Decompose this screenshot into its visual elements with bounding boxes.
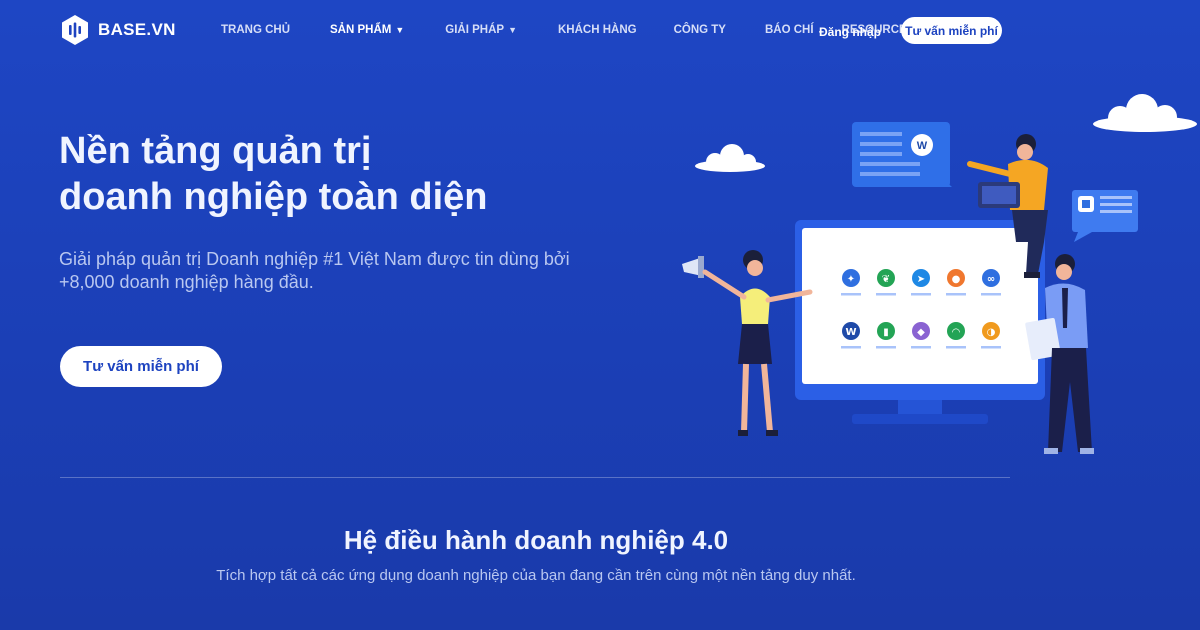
nav-item-5[interactable]: BÁO CHÍ: [765, 24, 814, 36]
svg-text:◠: ◠: [952, 327, 960, 338]
hero-consult-button[interactable]: Tư vấn miễn phí: [60, 346, 222, 387]
section-title: Hệ điều hành doanh nghiệp 4.0: [343, 525, 729, 555]
woman-megaphone-figure: [682, 250, 813, 436]
nav-item-4[interactable]: CÔNG TY: [674, 24, 726, 36]
svg-text:▮: ▮: [883, 327, 889, 338]
nav-item-0[interactable]: TRANG CHỦ: [221, 24, 290, 36]
svg-text:W: W: [845, 327, 856, 338]
hero-subtitle: Giải pháp quản trị Doanh nghiệp #1 Việt …: [59, 248, 619, 294]
hero-title: Nền tảng quản trị doanh nghiệp toàn diện: [59, 128, 488, 220]
section-divider: [60, 477, 1010, 478]
cloud-left-icon: [695, 144, 765, 172]
nav-item-label: SẢN PHẨM: [330, 24, 392, 36]
nav-item-label: CÔNG TY: [673, 24, 726, 36]
base-logo-icon: [62, 15, 88, 45]
nav-item-1[interactable]: SẢN PHẨM ▼: [330, 24, 404, 36]
svg-text:◆: ◆: [917, 327, 925, 338]
brand-logo[interactable]: BASE.VN: [60, 14, 176, 46]
chat-badge-text: W: [917, 140, 928, 152]
chat-bubble-left-icon: W: [852, 122, 952, 187]
hero-illustration: W ✦ ❦ ➤ ● ∞ W ▮ ◆ ◠ ◑: [682, 94, 1197, 454]
hero-title-line1: Nền tảng quản trị: [59, 130, 372, 172]
main-menu: TRANG CHỦ SẢN PHẨM ▼ GIẢI PHÁP ▼ KHÁCH HÀNG CÔ…: [221, 24, 914, 36]
svg-text:➤: ➤: [917, 274, 925, 285]
section-subtitle: Tích hợp tất cả các ứng dụng doanh nghiệ…: [216, 567, 856, 584]
caret-down-icon: ▼: [395, 25, 405, 35]
hero-subtitle-line2: +8,000 doanh nghiệp hàng đầu.: [59, 272, 314, 292]
nav-item-3[interactable]: KHÁCH HÀNG: [558, 24, 637, 36]
login-link[interactable]: Đăng nhập: [819, 25, 881, 39]
brand-name: BASE.VN: [98, 20, 176, 39]
nav-item-label: BÁO CHÍ: [764, 24, 814, 36]
top-navigation: BASE.VN TRANG CHỦ SẢN PHẨM ▼ GIẢI PHÁP ▼ KHÁC…: [0, 0, 1200, 62]
cloud-right-icon: [1093, 94, 1197, 132]
svg-text:✦: ✦: [847, 274, 855, 285]
nav-item-label: GIẢI PHÁP: [445, 24, 505, 36]
hero-subtitle-line1: Giải pháp quản trị Doanh nghiệp #1 Việt …: [59, 249, 570, 269]
nav-item-label: TRANG CHỦ: [221, 24, 290, 36]
hero-title-line2: doanh nghiệp toàn diện: [59, 176, 488, 218]
chat-bubble-right-icon: [1072, 190, 1138, 242]
svg-text:❦: ❦: [882, 274, 890, 285]
svg-text:∞: ∞: [987, 274, 995, 285]
nav-consult-button[interactable]: Tư vấn miễn phí: [901, 17, 1002, 44]
caret-down-icon: ▼: [508, 25, 517, 35]
nav-item-2[interactable]: GIẢI PHÁP ▼: [445, 24, 517, 36]
svg-text:◑: ◑: [987, 327, 996, 338]
svg-text:●: ●: [952, 274, 961, 285]
monitor-illustration: [795, 220, 1045, 424]
nav-item-label: KHÁCH HÀNG: [557, 24, 637, 36]
